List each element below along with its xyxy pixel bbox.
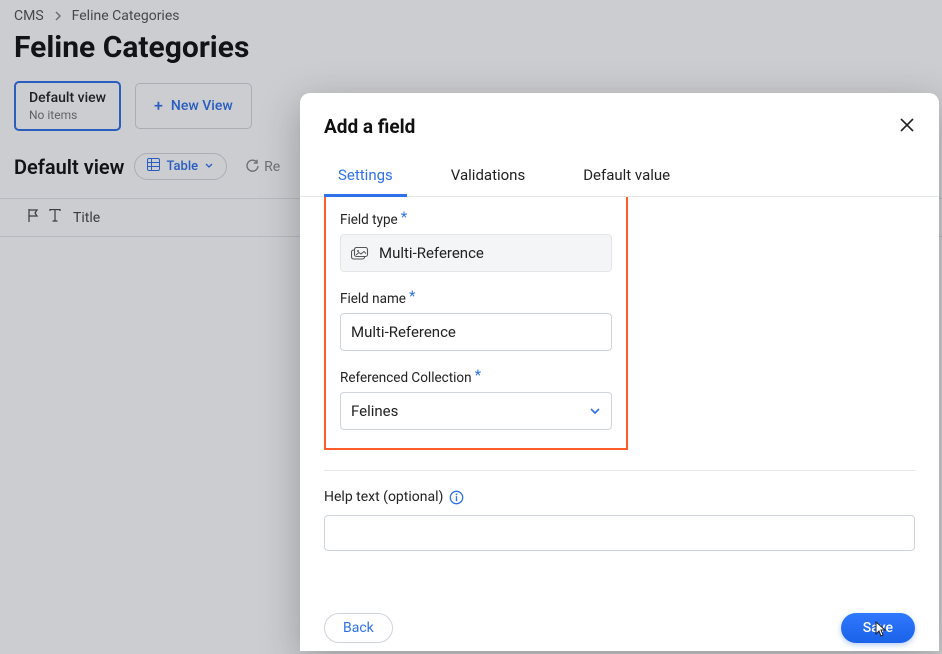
ref-collection-value: Felines: [351, 402, 398, 420]
field-type-display[interactable]: Multi-Reference: [340, 234, 612, 272]
help-text-label: Help text (optional): [324, 489, 443, 505]
modal-body: Field type* Multi-Reference Field name* …: [300, 197, 939, 595]
close-button[interactable]: [899, 117, 915, 137]
ref-collection-group: Referenced Collection* Felines: [340, 367, 612, 430]
required-indicator: *: [409, 287, 415, 305]
divider: [324, 470, 915, 471]
highlight-box: Field type* Multi-Reference Field name* …: [324, 197, 628, 450]
modal-title: Add a field: [324, 115, 415, 138]
modal-tabs: Settings Validations Default value: [300, 142, 939, 197]
modal-header: Add a field: [300, 93, 939, 142]
cursor-icon: [871, 621, 887, 643]
tab-default-value[interactable]: Default value: [569, 158, 684, 196]
tab-settings[interactable]: Settings: [324, 158, 407, 196]
close-icon: [899, 117, 915, 133]
help-text-label-row: Help text (optional): [324, 489, 915, 505]
field-type-value: Multi-Reference: [379, 244, 484, 262]
info-icon[interactable]: [449, 490, 464, 505]
help-text-group: Help text (optional): [324, 489, 915, 551]
field-name-input[interactable]: [340, 313, 612, 351]
ref-collection-select[interactable]: Felines: [340, 392, 612, 430]
required-indicator: *: [401, 208, 407, 226]
field-type-group: Field type* Multi-Reference: [340, 209, 612, 272]
required-indicator: *: [475, 366, 481, 384]
field-name-label: Field name: [340, 291, 406, 307]
ref-collection-label: Referenced Collection: [340, 370, 472, 386]
back-button[interactable]: Back: [324, 613, 393, 643]
modal-footer: Back Save: [300, 595, 939, 651]
help-text-input[interactable]: [324, 515, 915, 551]
tab-validations[interactable]: Validations: [437, 158, 539, 196]
field-name-group: Field name*: [340, 288, 612, 351]
multi-reference-icon: [351, 247, 369, 260]
chevron-down-icon: [589, 402, 601, 420]
field-type-label: Field type: [340, 212, 398, 228]
add-field-modal: Add a field Settings Validations Default…: [300, 93, 939, 651]
